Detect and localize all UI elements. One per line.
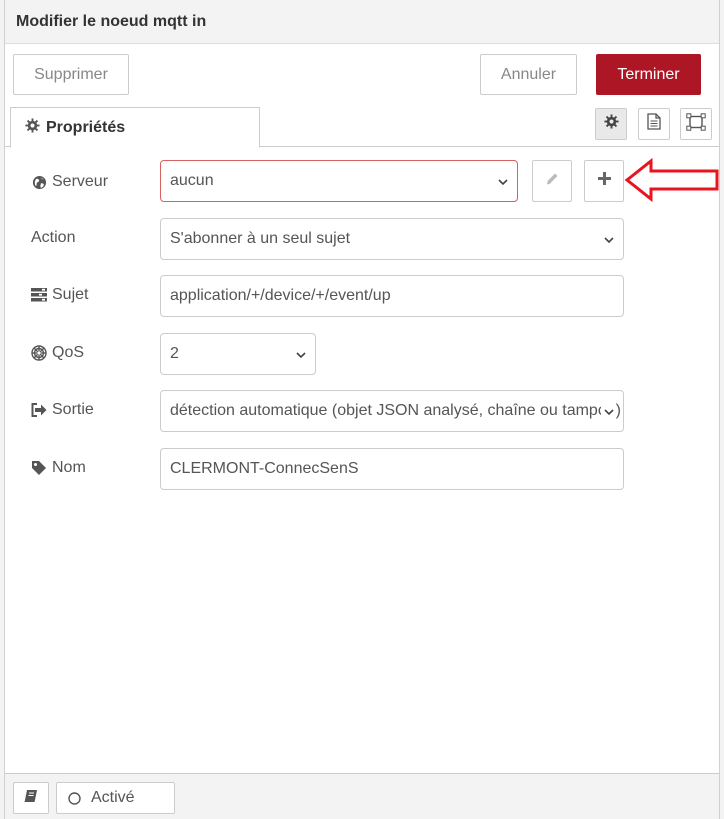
circle-icon [68,791,81,805]
pencil-icon [545,172,559,191]
tab-properties-label: Propriétés [46,118,126,136]
server-select[interactable]: aucun [160,160,518,202]
output-select[interactable]: détection automatique (objet JSON analys… [160,390,624,432]
gear-icon [25,117,40,138]
book-icon [24,789,38,808]
output-label-row: Sortie [31,398,94,422]
output-label: Sortie [52,401,94,418]
tab-description-button[interactable] [638,108,670,140]
enabled-toggle[interactable]: Activé [56,782,175,814]
name-label-row: Nom [31,456,86,480]
tab-properties[interactable]: Propriétés [10,107,260,148]
chevron-down-icon [295,348,307,366]
edit-server-button[interactable] [532,160,572,202]
action-label-row: Action [31,226,75,250]
tab-bar: Propriétés [5,104,719,148]
action-select[interactable]: S'abonner à un seul sujet [160,218,624,260]
topic-label-row: Sujet [31,283,88,307]
add-server-button[interactable] [584,160,624,202]
action-label: Action [31,229,76,246]
gear-icon [603,114,619,134]
tab-node-properties-button[interactable] [595,108,627,140]
delete-button[interactable]: Supprimer [13,54,129,95]
empire-icon [31,345,47,361]
chevron-down-icon [603,233,615,251]
help-book-button[interactable] [13,782,49,814]
qos-label-row: QoS [31,341,84,365]
output-value: détection automatique (objet JSON analys… [170,402,621,419]
topic-value: application/+/device/+/event/up [170,287,391,304]
name-value: CLERMONT-ConnecSenS [170,460,359,477]
plus-icon [597,172,611,190]
qos-value: 2 [170,345,179,362]
name-input[interactable]: CLERMONT-ConnecSenS [160,448,624,490]
edit-tray: Modifier le noeud mqtt in Supprimer Annu… [4,0,720,819]
tray-title: Modifier le noeud mqtt in [16,13,207,30]
tray-header: Modifier le noeud mqtt in [5,0,719,44]
server-value: aucun [170,172,214,189]
qos-label: QoS [52,344,85,361]
qos-select[interactable]: 2 [160,333,316,375]
cancel-button[interactable]: Annuler [480,54,577,95]
name-label: Nom [52,459,86,476]
globe-icon [31,174,47,190]
server-label-row: Serveur [31,170,108,194]
tab-appearance-button[interactable] [680,108,712,140]
tasks-icon [31,287,47,303]
server-label: Serveur [52,173,109,190]
tray-footer: Activé [5,773,719,819]
action-value: S'abonner à un seul sujet [170,230,351,247]
chevron-down-icon [497,175,509,193]
tag-icon [31,460,47,476]
frame-icon [686,112,706,136]
chevron-down-icon [601,405,615,423]
enabled-label: Activé [91,789,135,806]
annotation-arrow [624,158,719,202]
topic-input[interactable]: application/+/device/+/event/up [160,275,624,317]
document-icon [647,113,661,135]
topic-label: Sujet [52,286,89,303]
done-button[interactable]: Terminer [596,54,701,95]
sign-out-icon [31,402,47,418]
